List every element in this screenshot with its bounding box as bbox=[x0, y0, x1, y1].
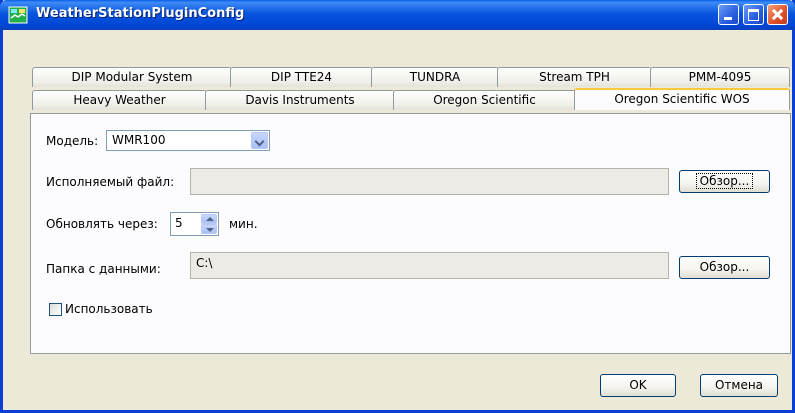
browse-exe-button[interactable]: Обзор... bbox=[679, 170, 770, 193]
tab-label: Oregon Scientific WOS bbox=[614, 92, 750, 106]
minimize-icon[interactable] bbox=[718, 4, 739, 25]
tab-dip-tte24[interactable]: DIP TTE24 bbox=[230, 67, 373, 87]
tab-label: Stream TPH bbox=[539, 70, 610, 84]
update-unit: мин. bbox=[229, 217, 258, 231]
tab-label: TUNDRA bbox=[409, 70, 461, 84]
dialog-window: WeatherStationPluginConfig DIP Modular S… bbox=[0, 0, 795, 413]
folder-label: Папка с данными: bbox=[46, 262, 161, 276]
browse-folder-label: Обзор... bbox=[699, 260, 750, 274]
browse-exe-label: Обзор... bbox=[695, 173, 754, 189]
spin-up-icon[interactable] bbox=[201, 214, 217, 224]
tab-label: DIP Modular System bbox=[71, 70, 193, 84]
tab-label: DIP TTE24 bbox=[270, 70, 333, 84]
use-label[interactable]: Использовать bbox=[65, 302, 153, 316]
model-label: Модель: bbox=[46, 134, 99, 148]
update-label: Обновлять через: bbox=[46, 217, 158, 231]
tab-label: Heavy Weather bbox=[73, 93, 166, 107]
window-title: WeatherStationPluginConfig bbox=[36, 6, 245, 21]
tab-oregon-scientific-wos[interactable]: Oregon Scientific WOS bbox=[574, 88, 790, 110]
tab-label: Davis Instruments bbox=[245, 93, 355, 107]
cancel-button[interactable]: Отмена bbox=[700, 374, 778, 397]
spin-down-icon[interactable] bbox=[201, 224, 217, 234]
tab-label: Oregon Scientific bbox=[433, 93, 536, 107]
tab-tundra[interactable]: TUNDRA bbox=[371, 67, 499, 87]
tab-label: PMM-4095 bbox=[688, 70, 752, 84]
tab-davis-instruments[interactable]: Davis Instruments bbox=[205, 90, 395, 110]
close-icon[interactable] bbox=[767, 4, 788, 25]
title-bar[interactable]: WeatherStationPluginConfig bbox=[0, 0, 795, 30]
tab-pmm-4095[interactable]: PMM-4095 bbox=[650, 67, 790, 87]
model-value: WMR100 bbox=[112, 133, 166, 147]
ok-button[interactable]: OK bbox=[600, 374, 676, 397]
ok-label: OK bbox=[629, 378, 647, 392]
spin-buttons bbox=[201, 214, 217, 234]
tab-stream-tph[interactable]: Stream TPH bbox=[497, 67, 652, 87]
folder-value: C:\ bbox=[196, 256, 213, 270]
app-icon bbox=[8, 6, 28, 24]
update-interval-stepper[interactable]: 5 bbox=[170, 212, 219, 236]
update-value: 5 bbox=[175, 216, 183, 230]
tab-dip-modular-system[interactable]: DIP Modular System bbox=[32, 67, 232, 87]
folder-field[interactable]: C:\ bbox=[190, 252, 669, 279]
browse-folder-button[interactable]: Обзор... bbox=[679, 256, 770, 279]
use-checkbox[interactable] bbox=[49, 303, 62, 316]
chevron-down-icon[interactable] bbox=[251, 132, 268, 149]
exe-field[interactable] bbox=[190, 168, 669, 195]
cancel-label: Отмена bbox=[714, 378, 764, 392]
exe-label: Исполняемый файл: bbox=[46, 175, 175, 189]
tab-heavy-weather[interactable]: Heavy Weather bbox=[32, 90, 207, 110]
maximize-icon[interactable] bbox=[743, 4, 764, 25]
tab-oregon-scientific[interactable]: Oregon Scientific bbox=[393, 90, 576, 110]
model-select[interactable]: WMR100 bbox=[106, 130, 270, 151]
